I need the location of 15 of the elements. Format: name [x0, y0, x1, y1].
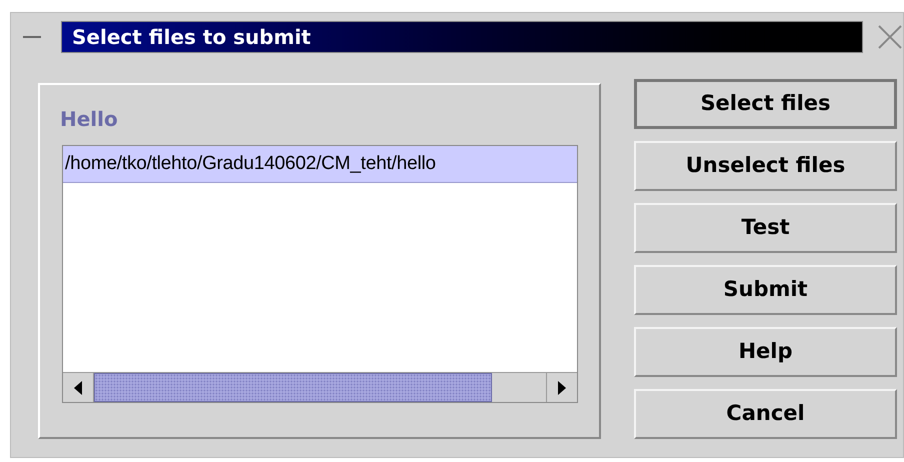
right-arrow-icon — [557, 380, 567, 394]
dialog-button[interactable]: Cancel — [634, 389, 897, 439]
dialog-button[interactable]: Help — [634, 327, 897, 377]
scrollbar-thumb[interactable] — [94, 373, 492, 402]
dialog-button[interactable]: Submit — [634, 265, 897, 315]
minimize-icon[interactable] — [23, 35, 41, 39]
left-arrow-icon — [73, 380, 83, 394]
dialog-button[interactable]: Unselect files — [634, 141, 897, 191]
close-icon[interactable] — [877, 24, 903, 50]
window-title: Select files to submit — [61, 21, 863, 53]
horizontal-scrollbar[interactable] — [63, 372, 577, 402]
dialog-button[interactable]: Test — [634, 203, 897, 253]
panel-title: Hello — [60, 106, 118, 133]
dialog-button[interactable]: Select files — [634, 79, 897, 129]
file-list-item[interactable]: /home/tko/tlehto/Gradu140602/CM_teht/hello — [63, 146, 577, 183]
